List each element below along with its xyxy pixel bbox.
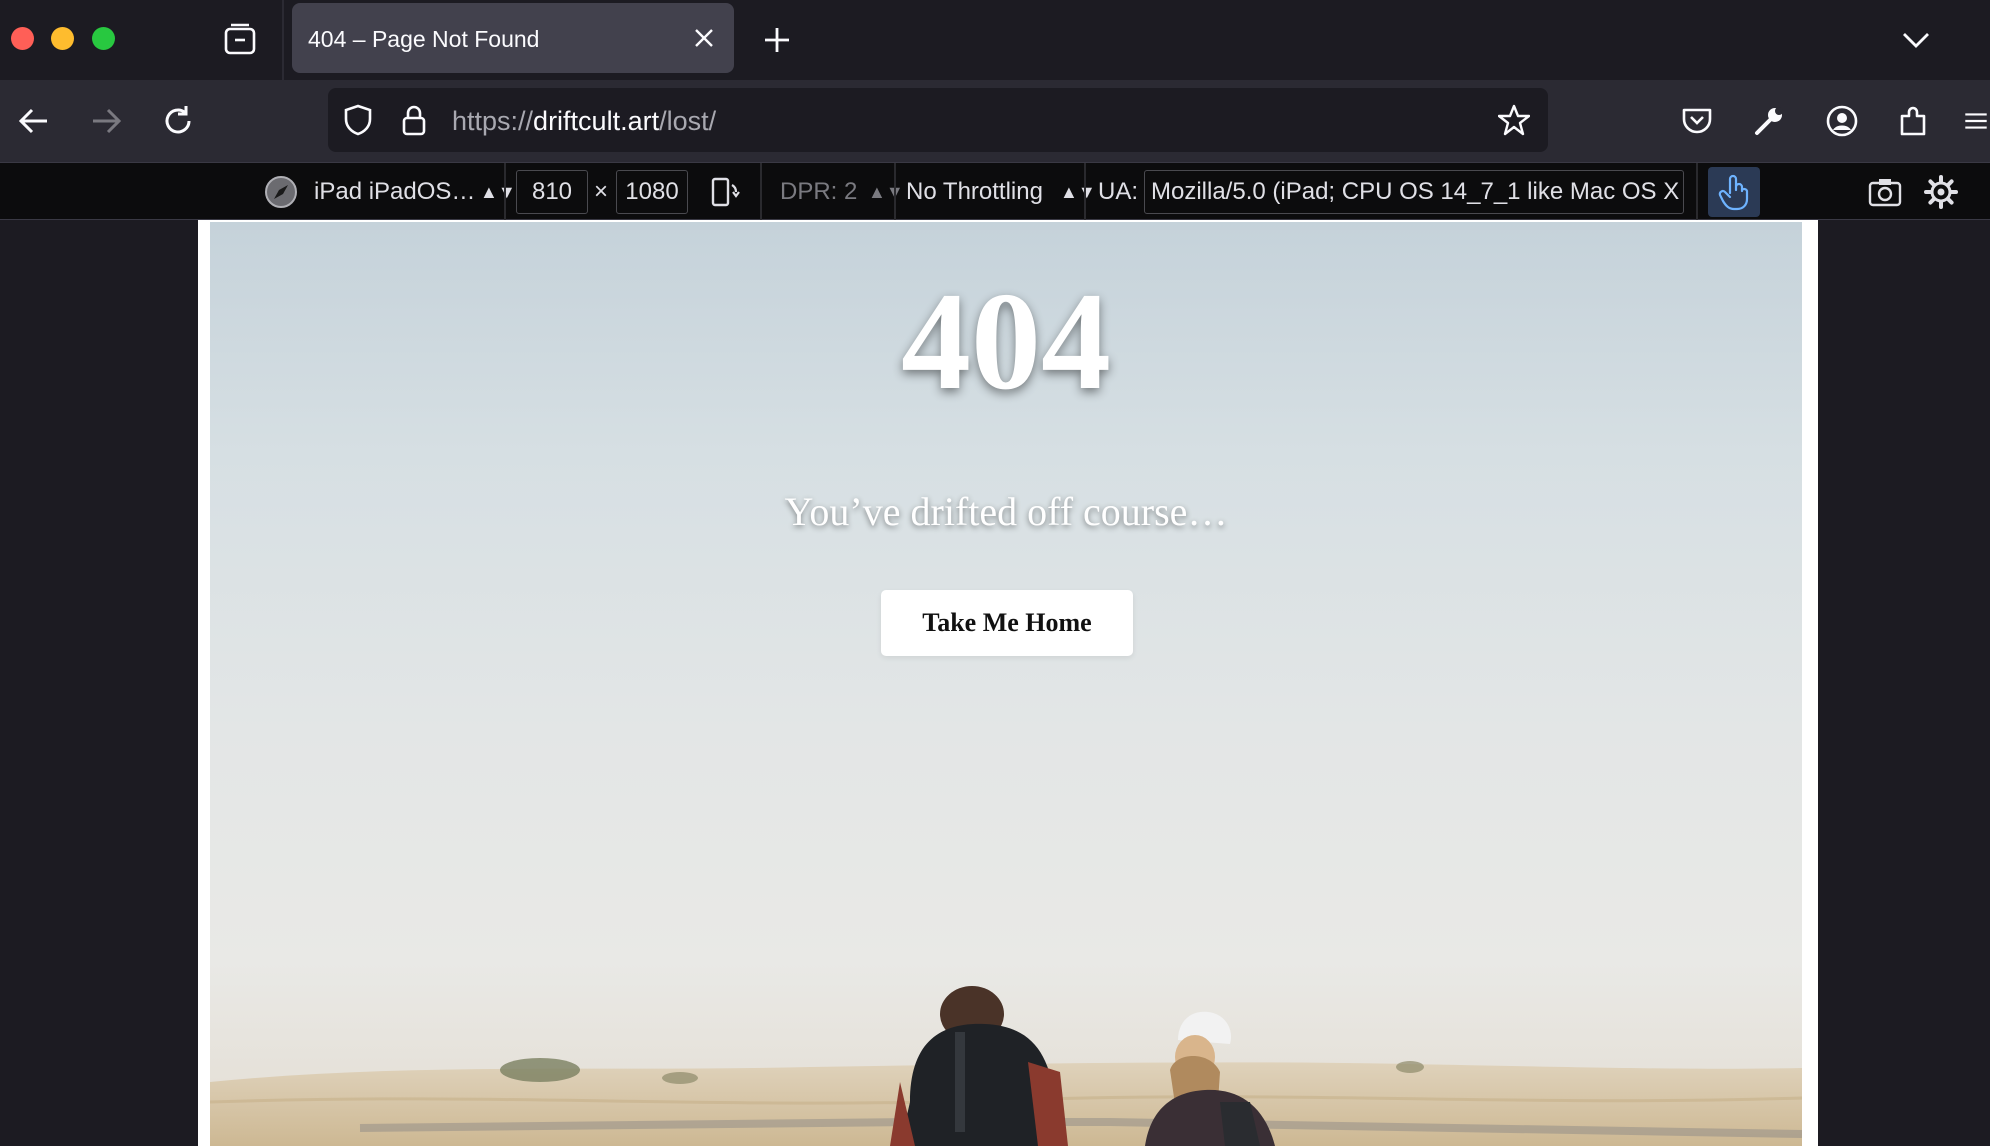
back-arrow-icon[interactable] [14, 101, 54, 141]
url-scheme: https:// [452, 106, 534, 136]
take-me-home-button[interactable]: Take Me Home [881, 590, 1133, 656]
error-message: You’ve drifted off course… [784, 489, 1228, 534]
pocket-icon[interactable] [1677, 101, 1717, 141]
device-frame: 404 You’ve drifted off course… Take Me H… [198, 220, 1818, 1146]
error-code: 404 [901, 264, 1111, 419]
tab-title: 404 – Page Not Found [308, 26, 540, 52]
rdm-stage: 404 You’ve drifted off course… Take Me H… [0, 220, 1990, 1146]
account-icon[interactable] [1822, 101, 1862, 141]
touch-hand-icon[interactable] [1708, 167, 1760, 217]
url-path: /lost/ [659, 106, 717, 136]
tab-tray-icon[interactable] [220, 20, 260, 60]
rdm-separator [760, 163, 762, 221]
rdm-separator [1084, 163, 1086, 221]
hamburger-icon[interactable] [1962, 101, 1990, 141]
rdm-separator [894, 163, 896, 221]
rdm-separator [1696, 163, 1698, 221]
plus-icon[interactable] [757, 20, 797, 60]
throttling-selector[interactable]: No Throttling [906, 163, 1043, 221]
window-minimize-button[interactable] [51, 27, 74, 50]
user-agent-label: UA: [1098, 178, 1139, 205]
page-viewport: 404 You’ve drifted off course… Take Me H… [210, 222, 1802, 1146]
tab-strip-divider [282, 0, 284, 80]
chevron-down-icon[interactable] [1896, 20, 1936, 60]
window-maximize-button[interactable] [92, 27, 115, 50]
url-bar[interactable]: https://driftcult.art/lost/ [328, 88, 1548, 152]
star-icon[interactable] [1497, 104, 1531, 136]
camera-icon[interactable] [1866, 173, 1904, 211]
lock-icon[interactable] [398, 104, 430, 136]
url-host: driftcult.art [533, 106, 660, 136]
user-agent-input[interactable]: Mozilla/5.0 (iPad; CPU OS 14_7_1 like Ma… [1144, 170, 1684, 214]
viewport-width-input[interactable]: 810 [516, 170, 588, 214]
throttling-selector-arrows[interactable]: ▲▼ [1060, 163, 1096, 221]
tab-strip: 404 – Page Not Found [0, 0, 1990, 80]
wrench-icon[interactable] [1749, 101, 1789, 141]
rdm-separator [504, 163, 506, 221]
device-selector-arrows[interactable]: ▲▼ [480, 163, 516, 221]
close-icon[interactable] [690, 24, 718, 52]
viewport-height-input[interactable]: 1080 [616, 170, 688, 214]
forward-arrow-icon[interactable] [86, 101, 126, 141]
puzzle-icon[interactable] [1894, 101, 1934, 141]
device-selector[interactable]: iPad iPadOS… [314, 163, 475, 221]
url-text[interactable]: https://driftcult.art/lost/ [452, 88, 716, 152]
gear-icon[interactable] [1922, 173, 1960, 211]
dimension-times: × [594, 178, 609, 205]
navigation-toolbar: https://driftcult.art/lost/ [0, 80, 1990, 162]
reload-icon[interactable] [158, 101, 198, 141]
dpr-selector[interactable]: DPR: 2 [780, 163, 857, 221]
compass-icon [262, 173, 300, 211]
dpr-selector-arrows[interactable]: ▲▼ [868, 163, 904, 221]
shield-icon[interactable] [342, 104, 374, 136]
window-close-button[interactable] [11, 27, 34, 50]
responsive-design-toolbar: iPad iPadOS… ▲▼ 810 × 1080 DPR: 2 ▲▼ No … [0, 162, 1990, 221]
rotate-device-icon[interactable] [706, 173, 744, 211]
tab-active[interactable]: 404 – Page Not Found [292, 3, 734, 73]
